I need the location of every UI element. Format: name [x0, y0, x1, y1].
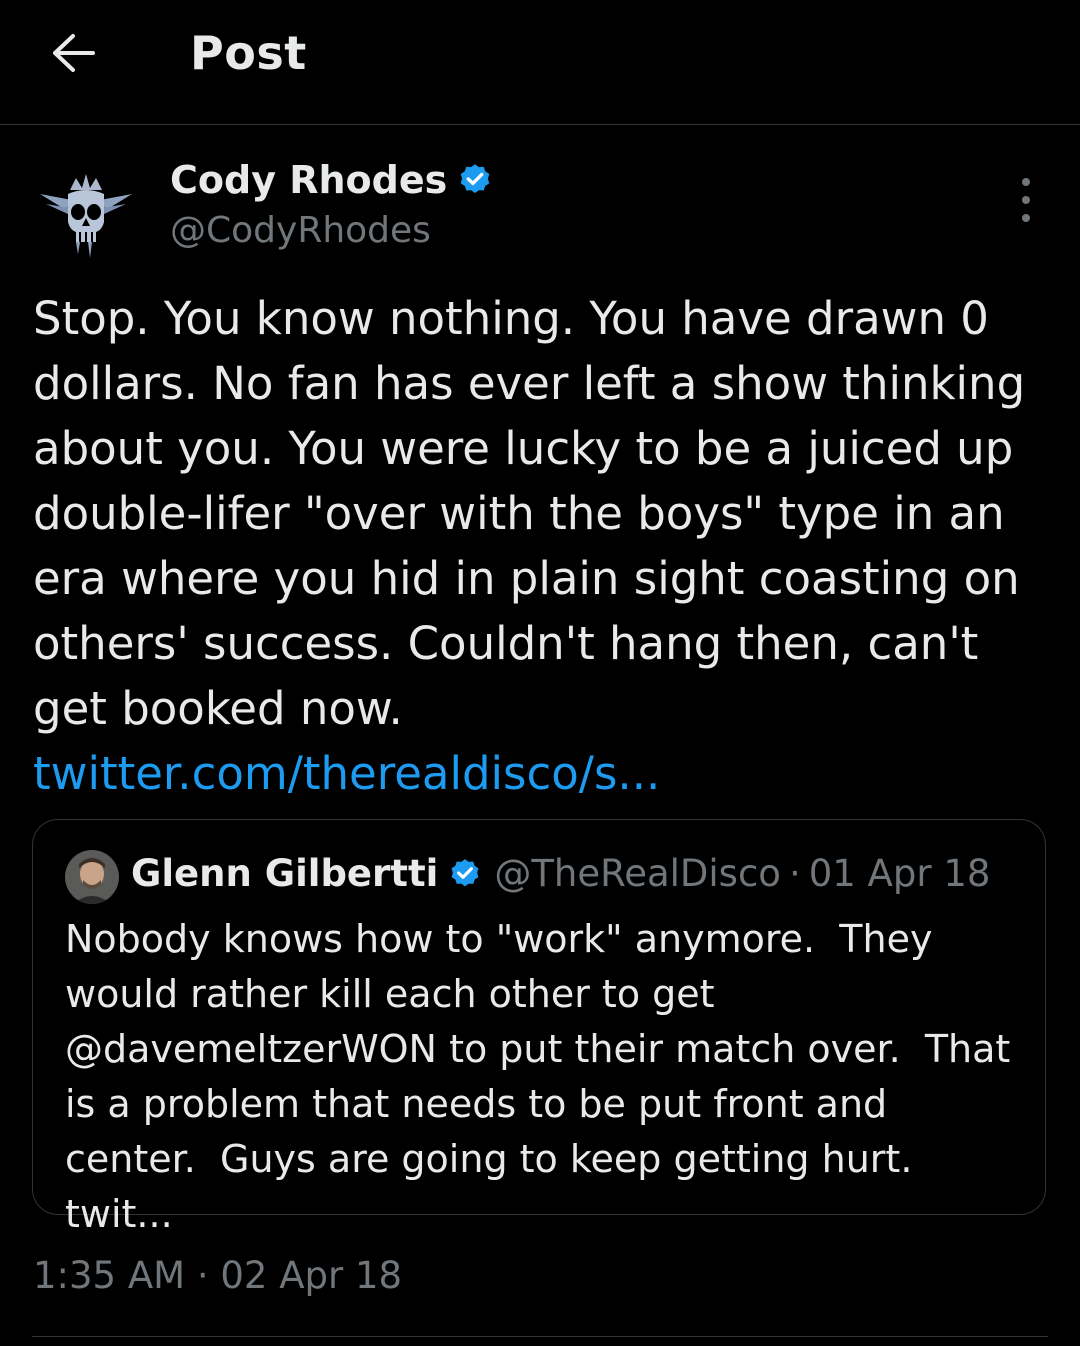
quoted-text: Nobody knows how to "work" anymore. They…	[65, 917, 1023, 1236]
tweet-link[interactable]: twitter.com/therealdisco/s...	[33, 747, 660, 800]
author-name-row[interactable]: Cody Rhodes	[170, 158, 493, 202]
back-button[interactable]	[46, 28, 102, 78]
more-options-button[interactable]	[1008, 178, 1044, 222]
more-dot-icon	[1022, 178, 1030, 186]
arrow-left-icon	[53, 34, 95, 72]
quoted-author-name: Glenn Gilbertti	[131, 852, 439, 895]
verified-badge-icon	[460, 164, 490, 194]
tweet-text: Stop. You know nothing. You have drawn 0…	[33, 286, 1043, 806]
quoted-separator: ·	[788, 852, 801, 895]
verified-badge-icon	[451, 858, 479, 886]
avatar[interactable]	[32, 160, 140, 268]
post-timestamp[interactable]: 1:35 AM · 02 Apr 18	[33, 1254, 402, 1297]
quoted-avatar[interactable]	[65, 850, 119, 904]
tweet-body: Stop. You know nothing. You have drawn 0…	[33, 292, 1040, 735]
page-title: Post	[190, 26, 307, 80]
divider	[32, 1336, 1048, 1337]
quoted-tweet[interactable]: Glenn Gilbertti @TheRealDisco · 01 Apr 1…	[32, 819, 1046, 1236]
more-dot-icon	[1022, 196, 1030, 204]
quoted-author-handle: @TheRealDisco	[494, 852, 781, 895]
top-bar: Post	[0, 0, 1080, 125]
more-dot-icon	[1022, 214, 1030, 222]
quoted-date: 01 Apr 18	[808, 852, 991, 895]
author-name[interactable]: Cody Rhodes	[170, 158, 447, 202]
skull-crown-logo	[32, 160, 140, 268]
quoted-avatar-photo	[65, 850, 119, 904]
quoted-header: Glenn Gilbertti @TheRealDisco · 01 Apr 1…	[131, 852, 990, 895]
author-handle[interactable]: @CodyRhodes	[170, 210, 431, 251]
